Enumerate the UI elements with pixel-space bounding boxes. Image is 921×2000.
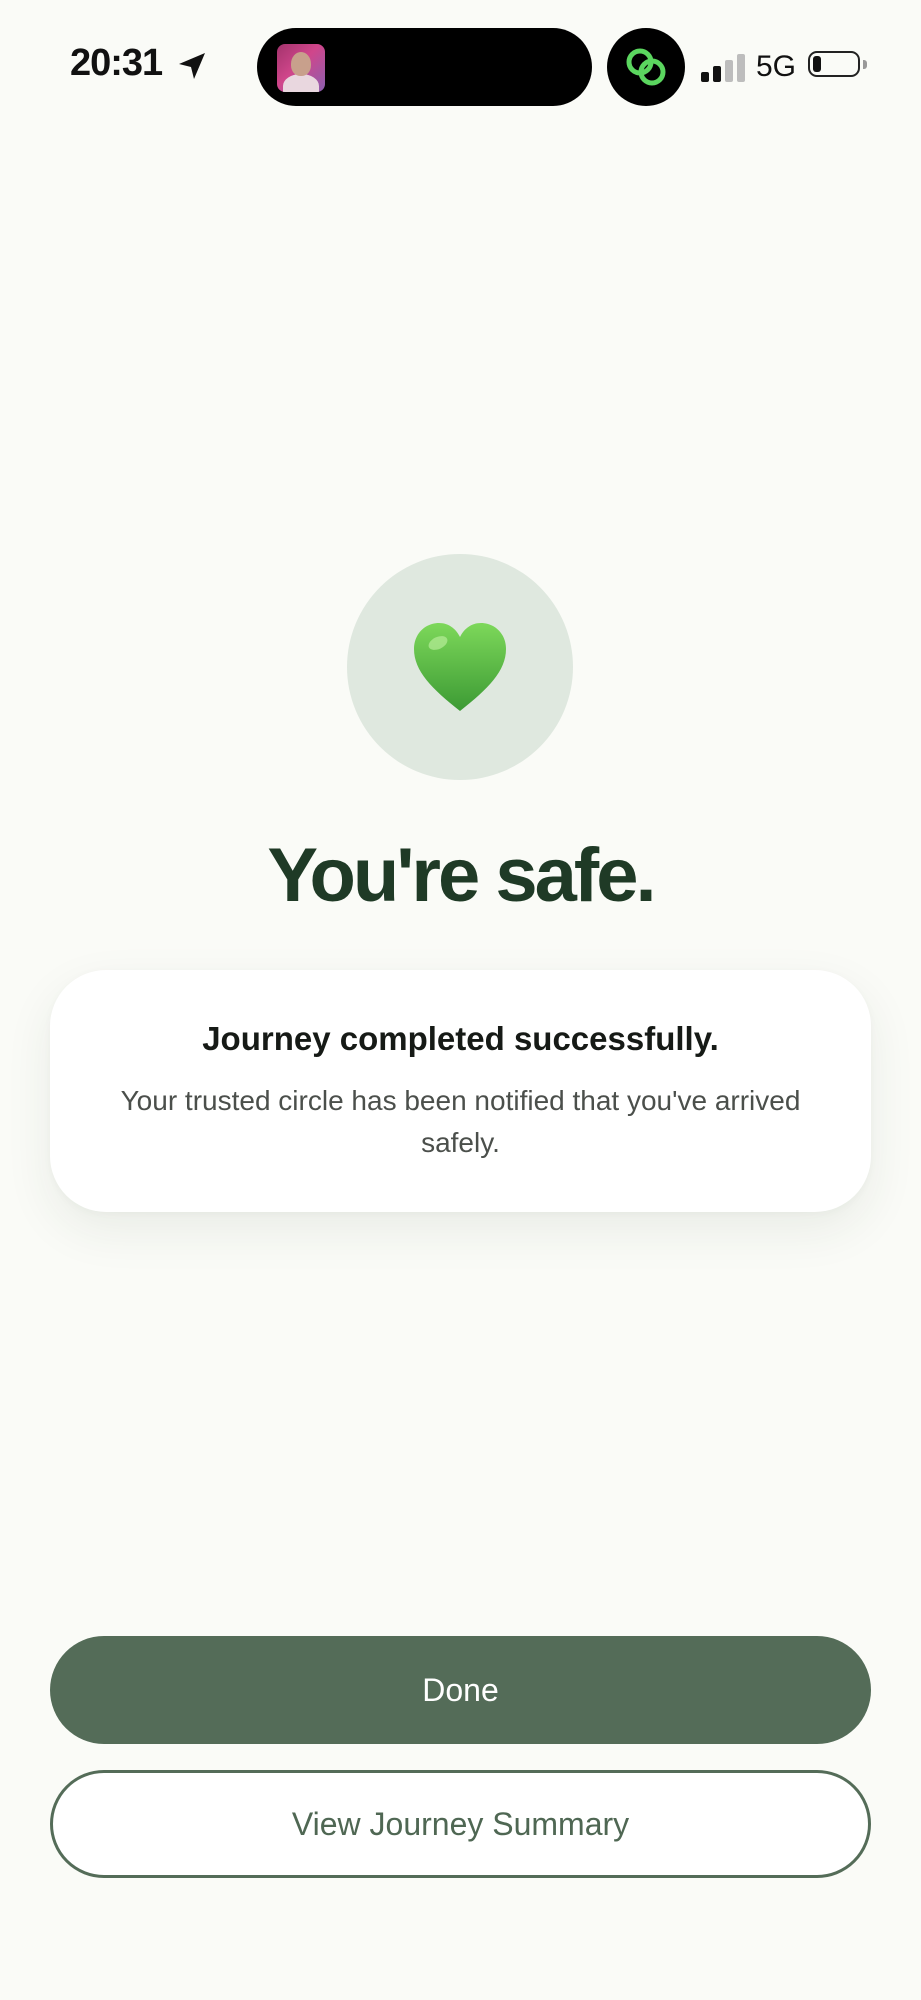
done-button[interactable]: Done (50, 1636, 871, 1744)
view-journey-summary-button[interactable]: View Journey Summary (50, 1770, 871, 1878)
card-title: Journey completed successfully. (202, 1020, 719, 1057)
dynamic-island[interactable] (257, 28, 592, 106)
green-heart-icon (414, 623, 506, 711)
avatar (277, 44, 325, 92)
location-arrow-icon (179, 53, 205, 79)
signal-bars-icon (701, 52, 747, 82)
page-title: You're safe. (267, 833, 656, 918)
status-time: 20:31 (70, 42, 163, 84)
confirmation-card: Journey completed successfully. Your tru… (50, 970, 871, 1212)
network-type: 5G (756, 50, 797, 83)
card-message: Your trusted circle has been notified th… (120, 1085, 801, 1158)
battery-icon (808, 51, 868, 81)
status-bar: 20:31 5G (0, 0, 921, 130)
linked-rings-app-icon[interactable] (607, 28, 685, 106)
heart-badge (347, 554, 573, 780)
